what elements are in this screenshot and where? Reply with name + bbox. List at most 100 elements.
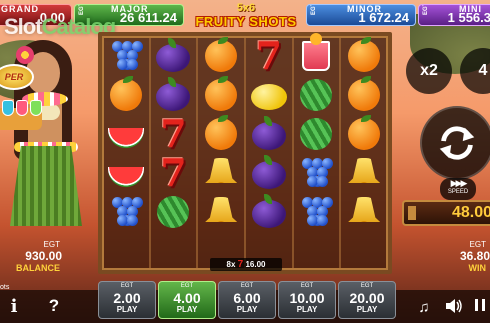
orange-icon: [109, 75, 142, 111]
jackpot-major-name: MAJOR: [111, 4, 149, 14]
reel-cell: [197, 192, 245, 231]
win-label: WIN: [468, 263, 487, 273]
bet-box-handle: [408, 206, 416, 220]
win-amount: 36.80: [459, 249, 490, 263]
plum-icon: [156, 37, 191, 72]
pause-glyph-icon: [475, 299, 485, 311]
jackpot-minor-egt: EGT: [311, 4, 317, 15]
balance-label: BALANCE: [16, 263, 60, 273]
total-bet-display: 48.00: [402, 200, 490, 226]
jackpot-minor-name: MINOR: [347, 4, 382, 14]
balance-currency: EGT: [43, 240, 60, 249]
reel-cell: [293, 192, 341, 231]
orange-icon: [205, 114, 238, 150]
reel-cell: 7: [150, 114, 198, 153]
bet-value: 6.00: [233, 290, 261, 306]
reel-cell: [293, 114, 341, 153]
speed-label: SPEED: [447, 189, 469, 195]
jackpot-mini: MINI EGT 1 556.3: [418, 4, 490, 26]
orange-icon: [348, 75, 381, 111]
hula-girl-character: PER: [0, 34, 98, 234]
orange-icon: [348, 36, 381, 72]
drink-glass-icon: [30, 100, 42, 116]
speaker-glyph-icon: [446, 299, 462, 313]
reel-cell: [340, 114, 388, 153]
speed-button[interactable]: ▶▶▶ SPEED: [440, 178, 476, 200]
flower-lei: [22, 92, 68, 106]
grapes-icon: [108, 195, 144, 229]
grape-icon: [126, 214, 138, 226]
plum-icon: [251, 154, 286, 189]
plum-icon: [251, 115, 286, 150]
melon-whole-icon: [300, 117, 333, 150]
bet-button-3[interactable]: EGT 6.00 PLAY: [218, 281, 276, 319]
bet-button-4[interactable]: EGT 10.00 PLAY: [278, 281, 336, 319]
orange-icon: [205, 36, 238, 72]
spin-arrows-icon: [439, 126, 475, 160]
hair-flower-icon: [16, 46, 34, 64]
reel-cell: [150, 36, 198, 75]
bet-play-label: PLAY: [176, 305, 198, 314]
bell-icon: [348, 157, 381, 183]
drink-glass-icon: [2, 100, 14, 116]
plum-icon: [156, 76, 191, 111]
help-button[interactable]: ?: [44, 296, 64, 318]
reel-cell: [150, 75, 198, 114]
win-panel: EGT 36.80 WIN: [420, 240, 490, 274]
bet-value: 4.00: [173, 290, 201, 306]
reel-cell: 7: [150, 153, 198, 192]
fast-forward-icon: ▶▶▶: [450, 178, 468, 188]
seven-icon: 7: [237, 259, 244, 270]
game-logo: 5x6 FRUITY SHOTS: [190, 2, 302, 29]
bet-value: 20.00: [349, 290, 385, 306]
bet-button-2[interactable]: EGT 4.00 PLAY: [158, 281, 216, 319]
bet-play-label: PLAY: [356, 305, 378, 314]
orange-icon: [205, 75, 238, 111]
balance-amount: 930.00: [25, 249, 62, 263]
reel-cell: 7: [245, 36, 293, 75]
balance-panel: EGT 930.00 BALANCE: [0, 240, 80, 274]
grapes-icon: [298, 156, 334, 190]
cocktail-icon: [302, 32, 331, 71]
grapes-icon: [108, 39, 144, 73]
lemon-icon: [250, 83, 287, 110]
reel-cell: [245, 75, 293, 114]
reel-cell: [293, 75, 341, 114]
bell-icon: [205, 196, 238, 222]
seven-icon: 7: [160, 110, 187, 156]
multiplier-x2-button[interactable]: x2: [406, 48, 452, 94]
reel-cell: [340, 153, 388, 192]
pause-icon[interactable]: [470, 298, 490, 318]
bet-value: 2.00: [113, 290, 141, 306]
bell-icon: [348, 196, 381, 222]
bet-button-1[interactable]: EGT 2.00 PLAY: [98, 281, 156, 319]
melon-icon: [107, 166, 144, 187]
grapes-icon: [298, 195, 334, 229]
reel-cell: [102, 75, 150, 114]
music-note-icon[interactable]: ♫: [414, 298, 434, 318]
line-win-count: 8x: [226, 260, 236, 269]
jackpot-mini-name: MINI: [459, 4, 482, 14]
grape-icon: [317, 175, 329, 187]
reel-cell: [293, 153, 341, 192]
line-win-label: 8x 7 16.00: [210, 258, 282, 271]
reel-cell: [102, 36, 150, 75]
win-currency: EGT: [469, 240, 486, 249]
speaker-icon[interactable]: [444, 298, 464, 318]
info-button[interactable]: i: [4, 296, 24, 318]
reel-cell: [245, 114, 293, 153]
jackpot-mini-egt: EGT: [423, 4, 429, 15]
reel-cell: [340, 75, 388, 114]
reel-cell: [197, 114, 245, 153]
bet-button-5[interactable]: EGT 20.00 PLAY: [338, 281, 396, 319]
reel-cell: [102, 153, 150, 192]
reel-cell: [293, 32, 341, 75]
bet-play-label: PLAY: [296, 305, 318, 314]
total-bet-value: 48.00: [451, 204, 490, 221]
bet-value: 10.00: [289, 290, 325, 306]
reel-cell: [197, 36, 245, 75]
jackpot-minor: MINOR EGT 1 672.24: [306, 4, 416, 26]
spin-button[interactable]: [420, 106, 490, 180]
seven-icon: 7: [160, 149, 187, 195]
game-logo-line2: FRUITY SHOTS: [195, 14, 297, 29]
